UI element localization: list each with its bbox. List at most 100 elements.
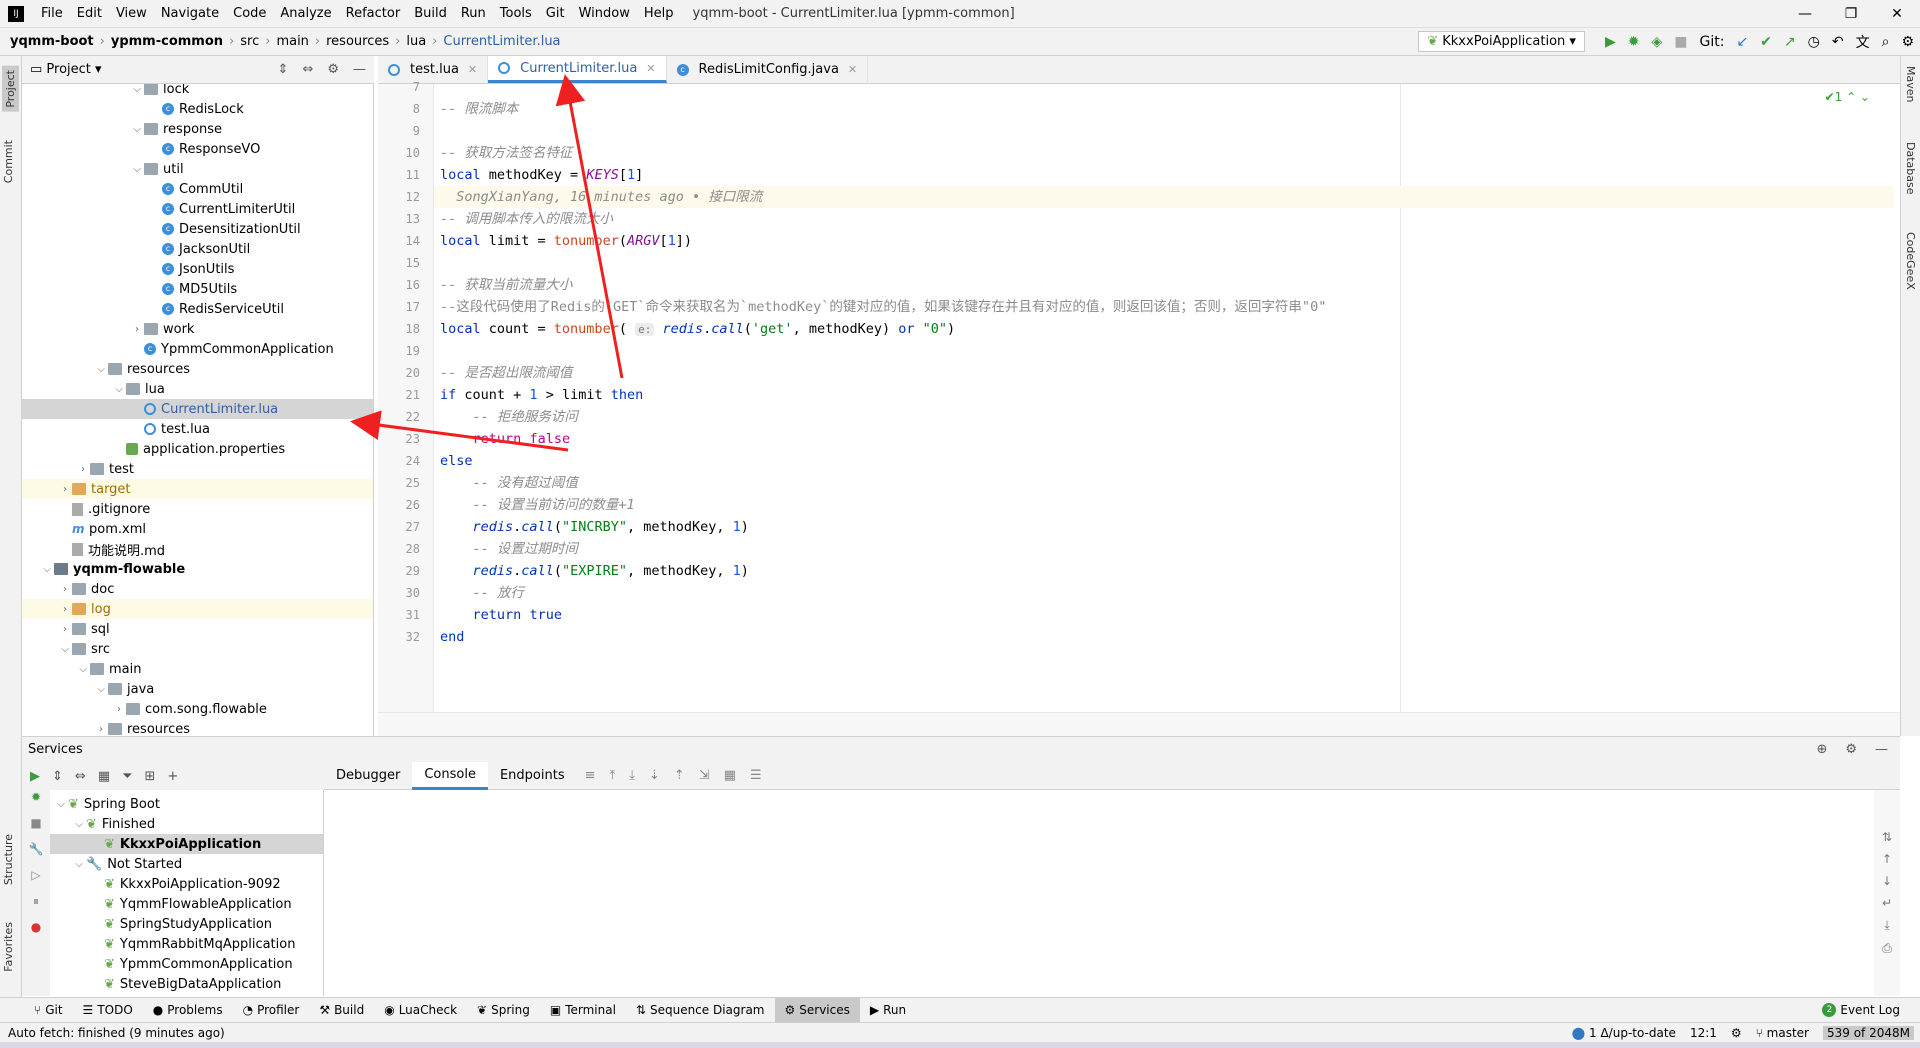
tab-debugger[interactable]: Debugger (324, 762, 412, 790)
collapse-all-icon[interactable]: ⇔ (302, 62, 313, 77)
project-view-select[interactable]: ▭ Project ▾ (30, 62, 102, 77)
chevron-right-icon[interactable]: › (58, 624, 72, 635)
caret-position[interactable]: 12:1 (1690, 1026, 1717, 1040)
code-line[interactable]: local count = tonumber( e: redis.call('g… (440, 318, 955, 340)
run-icon[interactable]: ▶ (30, 769, 40, 784)
code-line[interactable]: local limit = tonumber(ARGV[1]) (440, 230, 692, 252)
soft-wrap-icon[interactable]: ↵ (1874, 896, 1900, 910)
tool-window-terminal[interactable]: ▣ Terminal (540, 998, 626, 1023)
git-update-icon[interactable]: ↙ (1736, 34, 1748, 50)
service-item[interactable]: ⌵ ❦ Finished (50, 814, 323, 834)
service-item[interactable]: ⌵ 🔧 Not Started (50, 854, 323, 874)
tree-item[interactable]: › target (22, 479, 373, 499)
tree-item[interactable]: › log (22, 599, 373, 619)
chevron-right-icon[interactable]: › (76, 464, 90, 475)
tree-item[interactable]: › com.song.flowable (22, 699, 373, 719)
structure-tool-tab[interactable]: Structure (2, 834, 15, 885)
tree-item[interactable]: › doc (22, 579, 373, 599)
code-line[interactable]: -- 调用脚本传入的限流大小 (440, 208, 613, 230)
tree-item[interactable]: ⌵ lua (22, 379, 373, 399)
service-item[interactable]: ❦ YqmmRabbitMqApplication (50, 934, 323, 954)
minimize-button[interactable]: — (1782, 6, 1828, 22)
tree-item[interactable]: c RedisServiceUtil (22, 299, 373, 319)
tree-item[interactable]: 功能说明.md (22, 539, 373, 559)
code-line[interactable]: -- 获取方法签名特征 (440, 142, 572, 164)
tree-item[interactable]: c ResponseVO (22, 139, 373, 159)
group-icon[interactable]: ▦ (98, 769, 110, 784)
code-line[interactable]: return false (440, 428, 571, 450)
tree-item[interactable]: › resources (22, 719, 373, 737)
tree-item[interactable]: .gitignore (22, 499, 373, 519)
console-tool-icon[interactable]: ⤓ (629, 768, 635, 783)
chevron-down-icon[interactable]: ⌵ (130, 84, 144, 95)
code-line[interactable]: -- 设置当前访问的数量+1 (440, 494, 635, 516)
maximize-button[interactable]: ❐ (1828, 6, 1874, 22)
tool-window-services[interactable]: ⚙ Services (774, 997, 860, 1023)
menu-build[interactable]: Build (407, 6, 454, 21)
tool-window-git[interactable]: ⑂ Git (24, 998, 73, 1023)
service-item[interactable]: ❦ KkxxPoiApplication (50, 834, 323, 854)
console-output[interactable] (324, 790, 1874, 996)
resume-icon[interactable]: ▷ (22, 868, 50, 894)
sort-icon[interactable]: ⇅ (1874, 830, 1900, 844)
translate-icon[interactable]: 文 (1856, 32, 1870, 52)
menu-code[interactable]: Code (226, 6, 273, 21)
chevron-down-icon[interactable]: ⌵ (94, 684, 108, 695)
code-line[interactable]: -- 拒绝服务访问 (440, 406, 578, 428)
target-icon[interactable]: ⊕ (1816, 742, 1827, 757)
code-line[interactable]: -- 没有超过阈值 (440, 472, 578, 494)
stop-icon[interactable]: ■ (1674, 34, 1687, 50)
tree-item[interactable]: ⌵ resources (22, 359, 373, 379)
hide-icon[interactable]: — (353, 62, 366, 77)
editor-horizontal-scrollbar[interactable] (378, 712, 1900, 736)
commit-tool-tab[interactable]: Commit (2, 140, 15, 183)
breadcrumb-item[interactable]: lua (406, 34, 426, 49)
tool-window-luacheck[interactable]: ◉ LuaCheck (374, 998, 467, 1023)
console-tool-icon[interactable]: ⤒ (610, 768, 616, 783)
tree-item[interactable]: c YpmmCommonApplication (22, 339, 373, 359)
tab-test-lua[interactable]: test.lua ✕ (378, 56, 489, 83)
run-configuration-select[interactable]: ❦ KkxxPoiApplication ▾ (1418, 31, 1585, 52)
pause-icon[interactable]: ⏸ (22, 894, 50, 920)
tool-window-todo[interactable]: ☰ TODO (73, 998, 143, 1023)
menu-run[interactable]: Run (454, 6, 493, 21)
gear-icon[interactable]: ⚙ (1845, 742, 1857, 757)
expand-all-icon[interactable]: ⇕ (278, 62, 289, 77)
coverage-icon[interactable]: ◈ (1651, 34, 1662, 50)
tree-item[interactable]: ⌵ lock (22, 84, 373, 99)
vcs-status[interactable]: ⬤ 1 Δ/up-to-date (1572, 1026, 1676, 1040)
event-log-button[interactable]: 2 Event Log (1812, 998, 1920, 1023)
git-commit-icon[interactable]: ✔ (1760, 34, 1772, 50)
debug-icon[interactable]: ✹ (22, 790, 50, 816)
close-tab-icon[interactable]: ✕ (646, 62, 655, 75)
tool-window-build[interactable]: ⚒ Build (309, 998, 374, 1023)
tree-item[interactable]: ⌵ src (22, 639, 373, 659)
menu-navigate[interactable]: Navigate (154, 6, 226, 21)
service-item[interactable]: ❦ SteveBigDataApplication (50, 974, 323, 994)
console-tool-icon[interactable]: ≡ (585, 768, 596, 783)
tree-item[interactable]: › sql (22, 619, 373, 639)
service-item[interactable]: ⌵ ❦ Spring Boot (50, 794, 323, 814)
service-item[interactable]: ❦ YqmmFlowableApplication (50, 894, 323, 914)
close-button[interactable]: ✕ (1874, 6, 1920, 22)
codegeex-tool-tab[interactable]: CodeGeeX (1904, 232, 1917, 290)
code-line[interactable]: --这段代码使用了Redis的`GET`命令来获取名为`methodKey`的键… (440, 296, 1326, 318)
menu-analyze[interactable]: Analyze (273, 6, 338, 21)
debug-icon[interactable]: ✹ (1628, 34, 1640, 50)
menu-view[interactable]: View (109, 6, 154, 21)
breadcrumb-item[interactable]: main (276, 34, 308, 49)
console-tool-icon[interactable]: ⇣ (649, 768, 660, 783)
wrench-icon[interactable]: 🔧 (22, 842, 50, 868)
favorites-tool-tab[interactable]: Favorites (2, 922, 15, 972)
chevron-right-icon[interactable]: › (58, 584, 72, 595)
tree-item[interactable]: c JsonUtils (22, 259, 373, 279)
code-line[interactable]: local methodKey = KEYS[1] (440, 164, 643, 186)
chevron-down-icon[interactable]: ⌵ (40, 564, 54, 575)
gear-icon[interactable]: ⚙ (327, 62, 339, 77)
breadcrumb-item[interactable]: yqmm-boot (10, 34, 94, 49)
code-line[interactable]: -- 设置过期时间 (440, 538, 578, 560)
chevron-down-icon[interactable]: ⌵ (130, 124, 144, 135)
code-line[interactable]: if count + 1 > limit then (440, 384, 643, 406)
expand-all-icon[interactable]: ⇕ (52, 769, 63, 784)
tool-window-problems[interactable]: ● Problems (143, 998, 233, 1023)
